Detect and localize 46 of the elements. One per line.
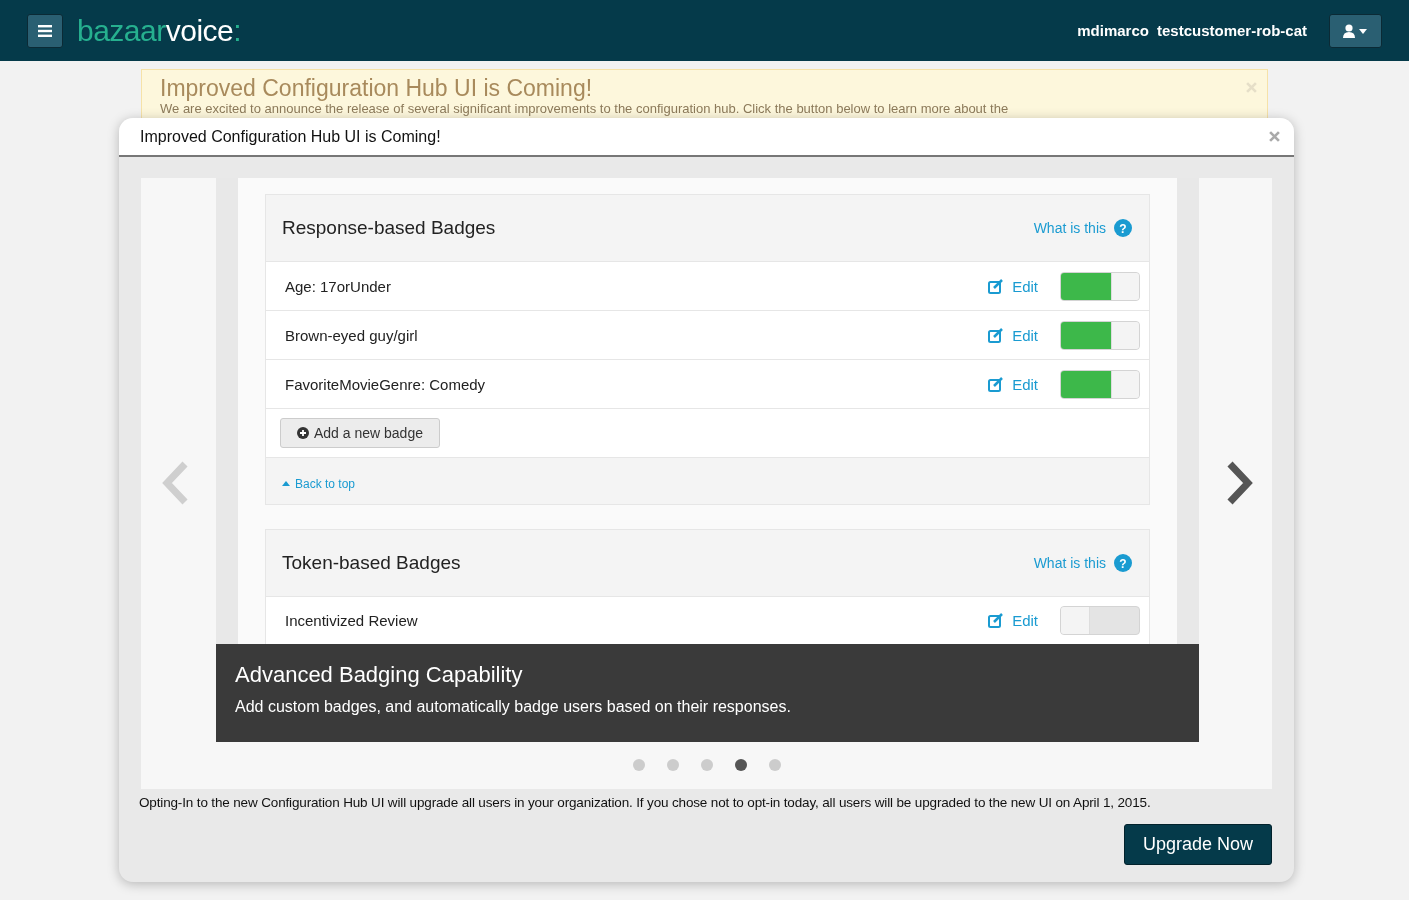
help-link[interactable]: What is this <box>1033 554 1106 571</box>
upgrade-now-button[interactable]: Upgrade Now <box>1123 824 1272 865</box>
help-link[interactable]: What is this <box>1033 220 1106 236</box>
user-icon <box>1342 23 1369 38</box>
carousel-dot[interactable] <box>700 759 713 771</box>
toggle-switch[interactable] <box>1060 271 1140 301</box>
caret-icon <box>282 481 290 486</box>
close-icon[interactable] <box>1269 131 1280 142</box>
edit-link[interactable]: Edit <box>1012 326 1038 344</box>
logo[interactable]: bazaarvoice: <box>77 13 242 48</box>
add-badge-button[interactable]: Add a new badge <box>280 418 440 448</box>
menu-icon <box>38 24 52 37</box>
edit-icon[interactable] <box>988 376 1005 392</box>
badge-name: Age: 17orUnder <box>285 277 391 295</box>
toggle-switch[interactable] <box>1060 320 1140 350</box>
carousel-dot[interactable] <box>768 759 781 771</box>
badge-name: Incentivized Review <box>285 612 418 629</box>
edit-link[interactable]: Edit <box>1012 277 1038 295</box>
carousel-dot[interactable] <box>666 759 679 771</box>
back-to-top-link[interactable]: Back to top <box>282 476 356 491</box>
badge-name: Brown-eyed guy/girl <box>285 326 418 344</box>
menu-button[interactable] <box>27 13 63 48</box>
section-title: Token-based Badges <box>282 551 462 574</box>
edit-link[interactable]: Edit <box>1012 375 1038 393</box>
toggle-switch[interactable] <box>1060 606 1140 635</box>
carousel-dot[interactable] <box>632 759 645 771</box>
notice-text: Opting-In to the new Configuration Hub UI will upgrade all users in your organization. If you chose not to opt-in today, all users will be upgraded to the new UI on April 1, 2015. <box>139 795 1152 810</box>
account-name: testcustomer-rob-cat <box>1156 22 1307 39</box>
user-menu-button[interactable] <box>1329 13 1382 48</box>
banner-title: Improved Configuration Hub UI is Coming! <box>160 76 594 102</box>
user-name: mdimarco <box>1077 22 1149 39</box>
toggle-switch[interactable] <box>1060 369 1140 399</box>
badge-name: FavoriteMovieGenre: Comedy <box>285 375 486 393</box>
help-icon[interactable]: ? <box>1114 553 1132 572</box>
caption-title: Advanced Badging Capability <box>235 662 523 688</box>
modal-title: Improved Configuration Hub UI is Coming! <box>140 127 441 146</box>
edit-icon[interactable] <box>988 278 1005 294</box>
help-icon[interactable]: ? <box>1114 219 1132 237</box>
banner-text: We are excited to announce the release of several significant improvements to the configuration hub. Click the button below to learn more about the <box>160 102 1010 117</box>
edit-link[interactable]: Edit <box>1012 612 1038 629</box>
carousel-dot[interactable] <box>734 759 747 771</box>
section-title: Response-based Badges <box>282 217 497 239</box>
edit-icon[interactable] <box>988 327 1005 343</box>
plus-icon <box>297 427 309 439</box>
caption-text: Add custom badges, and automatically badge users based on their responses. <box>235 698 791 716</box>
edit-icon[interactable] <box>988 613 1005 628</box>
